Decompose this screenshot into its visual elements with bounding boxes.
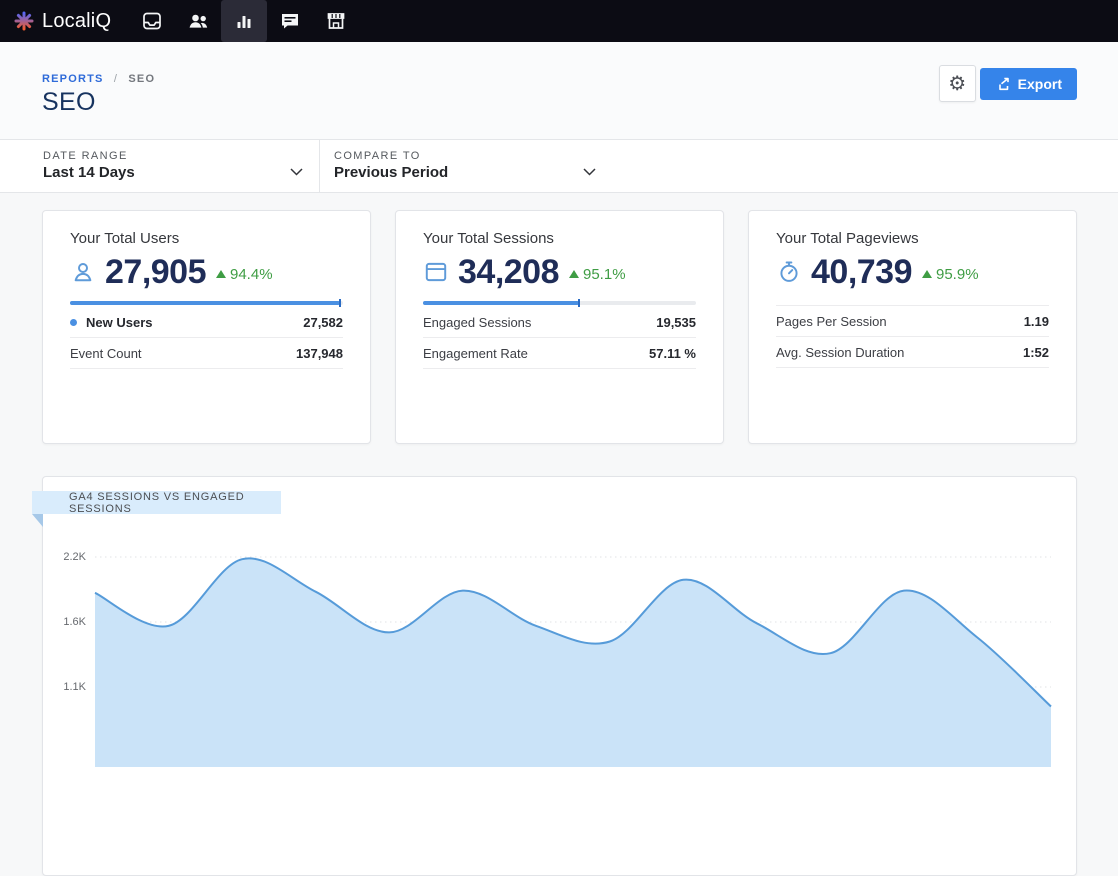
browser-window-icon xyxy=(423,259,449,285)
metric-change: 94.4% xyxy=(216,266,273,283)
nav-inbox[interactable] xyxy=(129,0,175,42)
y-axis-tick: 1.1K xyxy=(51,681,86,693)
chevron-down-icon xyxy=(583,163,596,181)
top-nav: LocaliQ xyxy=(0,0,1118,42)
metric-row: New Users 27,582 xyxy=(70,307,343,338)
metric-row: Engagement Rate 57.11 % xyxy=(423,338,696,369)
breadcrumb-current: SEO xyxy=(128,73,155,85)
compare-to-dropdown[interactable]: COMPARE TO Previous Period xyxy=(320,140,612,192)
metric-value: 40,739 xyxy=(811,253,912,292)
progress-fill xyxy=(423,301,579,305)
area-chart xyxy=(95,537,1051,701)
inbox-icon xyxy=(141,10,163,32)
date-range-value: Last 14 Days xyxy=(43,164,135,181)
share-icon xyxy=(995,77,1011,92)
page-title: SEO xyxy=(42,88,96,117)
metric-row: Event Count 137,948 xyxy=(70,338,343,369)
user-icon xyxy=(70,259,96,285)
ribbon-fold xyxy=(32,514,43,527)
date-range-dropdown[interactable]: DATE RANGE Last 14 Days xyxy=(0,140,320,192)
gear-icon: ⚙ xyxy=(948,71,966,96)
metric-cards: Your Total Users 27,905 94.4% New Users … xyxy=(42,210,1077,444)
arrow-up-icon xyxy=(216,270,226,278)
metric-row: Engaged Sessions 19,535 xyxy=(423,307,696,338)
brand-name: LocaliQ xyxy=(42,10,111,33)
progress-fill xyxy=(70,301,340,305)
metric-change: 95.1% xyxy=(569,266,626,283)
sessions-chart-card: GA4 SESSIONS VS ENGAGED SESSIONS 2.2K 1.… xyxy=(42,476,1077,876)
card-title: Your Total Users xyxy=(70,230,343,247)
localiq-logo-icon xyxy=(13,10,35,32)
y-axis-tick: 2.2K xyxy=(51,551,86,563)
filter-bar: DATE RANGE Last 14 Days COMPARE TO Previ… xyxy=(0,139,1118,193)
legend-dot xyxy=(70,319,77,326)
bar-chart-icon xyxy=(233,10,255,32)
header-actions: ⚙ Export xyxy=(939,65,1077,102)
arrow-up-icon xyxy=(569,270,579,278)
metric-value: 34,208 xyxy=(458,253,559,292)
nav-messages[interactable] xyxy=(267,0,313,42)
card-title: Your Total Pageviews xyxy=(776,230,1049,247)
breadcrumb-reports-link[interactable]: REPORTS xyxy=(42,73,104,85)
breadcrumb-separator: / xyxy=(114,73,118,85)
export-button[interactable]: Export xyxy=(980,68,1077,100)
total-users-card: Your Total Users 27,905 94.4% New Users … xyxy=(42,210,371,444)
metric-change: 95.9% xyxy=(922,266,979,283)
chevron-down-icon xyxy=(290,163,303,181)
card-title: Your Total Sessions xyxy=(423,230,696,247)
settings-button[interactable]: ⚙ xyxy=(939,65,976,102)
chat-icon xyxy=(279,10,301,32)
nav-contacts[interactable] xyxy=(175,0,221,42)
page-header: REPORTS / SEO SEO ⚙ Export xyxy=(0,42,1118,139)
progress-track xyxy=(423,301,696,305)
date-range-label: DATE RANGE xyxy=(43,150,128,162)
arrow-up-icon xyxy=(922,270,932,278)
compare-to-label: COMPARE TO xyxy=(334,150,421,162)
breadcrumb: REPORTS / SEO xyxy=(42,73,155,85)
progress-track xyxy=(70,301,343,305)
brand[interactable]: LocaliQ xyxy=(13,10,111,33)
y-axis-tick: 1.6K xyxy=(51,616,86,628)
total-sessions-card: Your Total Sessions 34,208 95.1% Engaged… xyxy=(395,210,724,444)
total-pageviews-card: Your Total Pageviews 40,739 95.9% Pages … xyxy=(748,210,1077,444)
storefront-icon xyxy=(325,10,347,32)
chart-title-ribbon: GA4 SESSIONS VS ENGAGED SESSIONS xyxy=(32,491,281,514)
nav-analytics[interactable] xyxy=(221,0,267,42)
metric-row: Pages Per Session 1.19 xyxy=(776,306,1049,337)
contacts-icon xyxy=(187,10,210,32)
export-button-label: Export xyxy=(1018,76,1062,92)
stopwatch-icon xyxy=(776,259,802,285)
compare-to-value: Previous Period xyxy=(334,164,448,181)
metric-row: Avg. Session Duration 1:52 xyxy=(776,337,1049,368)
chart-title: GA4 SESSIONS VS ENGAGED SESSIONS xyxy=(69,491,281,515)
nav-store[interactable] xyxy=(313,0,359,42)
metric-value: 27,905 xyxy=(105,253,206,292)
